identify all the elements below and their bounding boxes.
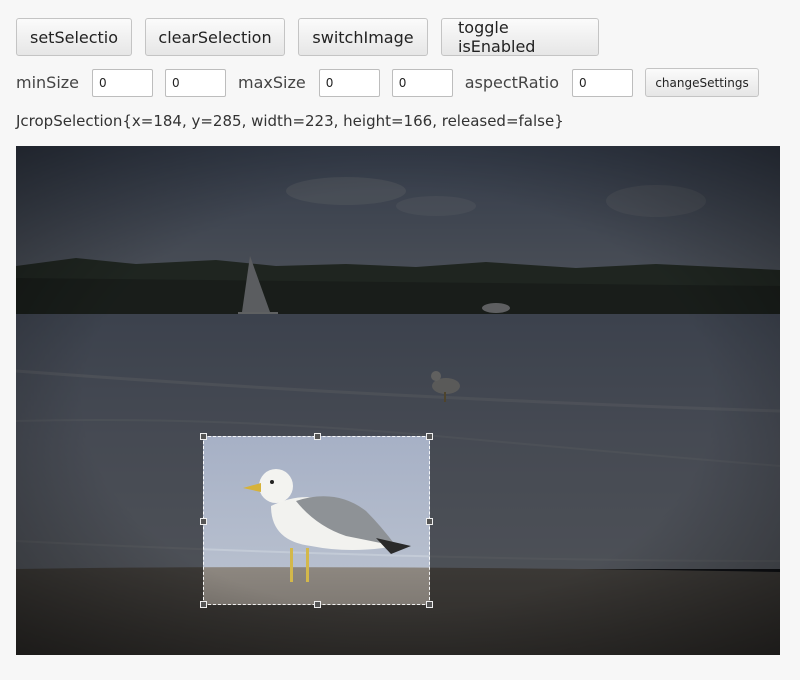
selection-handle-icon[interactable]: [426, 518, 433, 525]
selection-handle-icon[interactable]: [200, 433, 207, 440]
selection-handle-icon[interactable]: [426, 601, 433, 608]
aspect-ratio-input[interactable]: 0: [572, 68, 634, 97]
settings-row: minSize 0 0 maxSize 0 0 aspectRatio 0 ch…: [16, 68, 760, 97]
min-size-label: minSize: [16, 73, 80, 92]
crop-selection[interactable]: [200, 433, 433, 608]
switch-image-button[interactable]: switchImage: [298, 18, 428, 56]
max-size-width-input[interactable]: 0: [318, 68, 380, 97]
dim-bottom: [16, 605, 780, 655]
toolbar: setSelectio clearSelection switchImage t…: [16, 18, 599, 56]
dim-left: [16, 436, 203, 605]
min-size-height-input[interactable]: 0: [165, 68, 227, 97]
dim-top: [16, 146, 780, 436]
aspect-ratio-label: aspectRatio: [464, 73, 560, 92]
max-size-label: maxSize: [238, 73, 306, 92]
change-settings-button[interactable]: changeSettings: [645, 68, 760, 97]
selection-status-text: JcropSelection{x=184, y=285, width=223, …: [16, 112, 564, 130]
selection-handle-icon[interactable]: [200, 601, 207, 608]
min-size-width-input[interactable]: 0: [92, 68, 154, 97]
selection-handle-icon[interactable]: [314, 601, 321, 608]
crop-selection-area[interactable]: [204, 437, 429, 604]
max-size-height-input[interactable]: 0: [391, 68, 453, 97]
selection-handle-icon[interactable]: [314, 433, 321, 440]
toggle-enabled-button[interactable]: toggle isEnabled: [441, 18, 599, 56]
clear-selection-button[interactable]: clearSelection: [145, 18, 285, 56]
set-selection-button[interactable]: setSelectio: [16, 18, 132, 56]
crop-stage[interactable]: [16, 146, 780, 655]
dim-right: [430, 436, 780, 605]
selection-handle-icon[interactable]: [426, 433, 433, 440]
selection-handle-icon[interactable]: [200, 518, 207, 525]
